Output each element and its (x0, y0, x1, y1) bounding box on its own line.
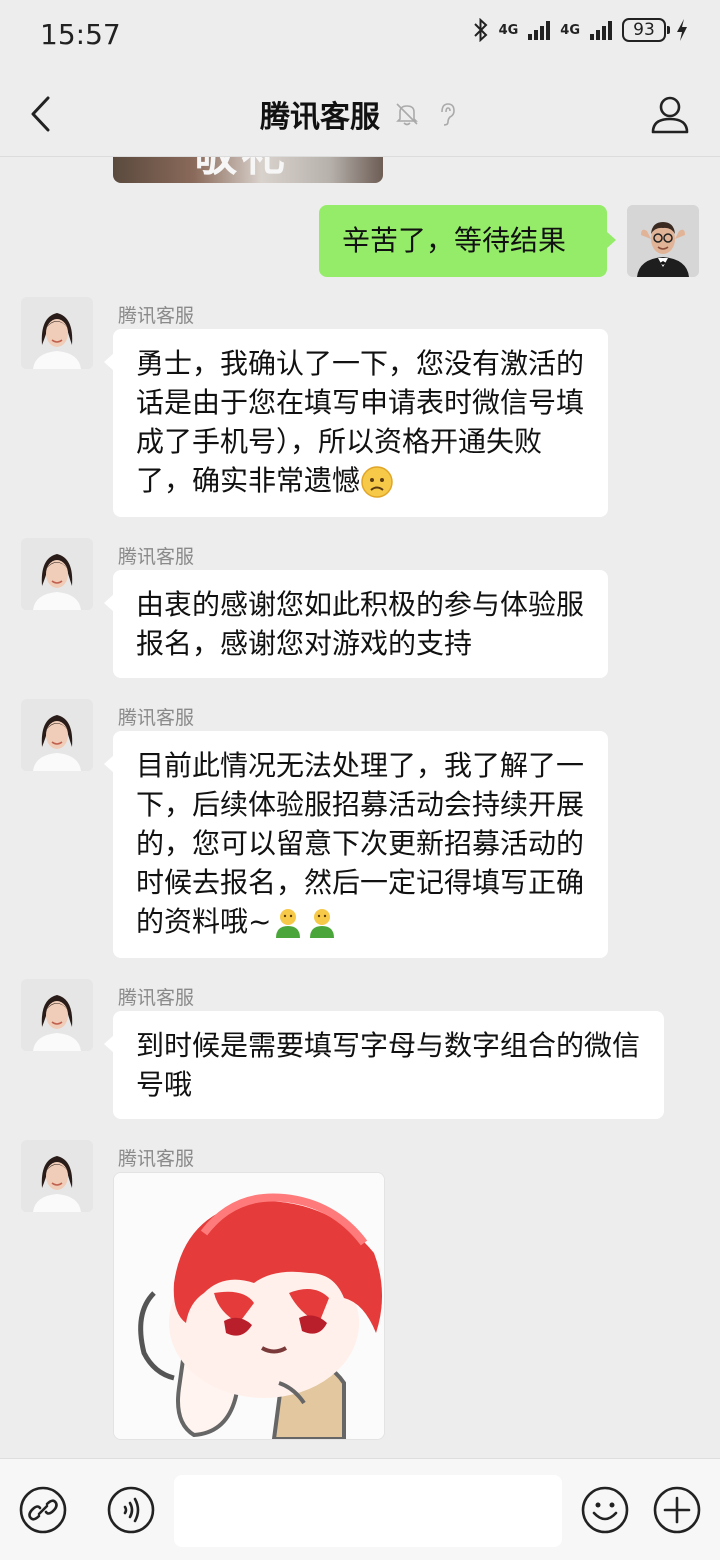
chat-title: 腾讯客服 (260, 100, 380, 135)
status-time: 15:57 (40, 18, 121, 51)
hug-emoji (276, 909, 301, 938)
status-icons: 4G 4G 93 (473, 18, 688, 42)
back-arrow-icon[interactable] (24, 92, 64, 136)
image-caption: 敬礼 (193, 157, 289, 183)
hug-emoji (310, 909, 335, 938)
message-bubble-agent[interactable]: 到时候是需要填写字母与数字组合的微信号哦 (104, 1011, 664, 1119)
previous-image-message[interactable]: 敬礼 (113, 157, 383, 183)
female-portrait (21, 538, 93, 610)
title-group: 腾讯客服 (0, 72, 720, 156)
female-portrait (21, 699, 93, 771)
sender-name: 腾讯客服 (118, 546, 195, 568)
voice-input-icon[interactable] (106, 1485, 156, 1535)
female-portrait (21, 297, 93, 369)
signal-bars-1-icon (528, 20, 551, 40)
message-text: 辛苦了，等待结果 (342, 224, 567, 257)
sender-name: 腾讯客服 (118, 305, 195, 327)
ear-mode-icon (441, 103, 455, 126)
message-text: 由衷的感谢您如此积极的参与体验服报名，感谢您对游戏的支持 (136, 588, 585, 660)
emoji-icon[interactable] (580, 1485, 630, 1535)
message-bubble-agent[interactable]: 目前此情况无法处理了，我了解了一下，后续体验服招募活动会持续开展的，您可以留意下… (104, 731, 608, 958)
sender-name: 腾讯客服 (118, 1148, 195, 1170)
battery-indicator: 93 (622, 18, 670, 42)
sender-name: 腾讯客服 (118, 987, 195, 1009)
sender-name: 腾讯客服 (118, 707, 195, 729)
female-portrait (21, 1140, 93, 1212)
message-bubble-self[interactable]: 辛苦了，等待结果 (319, 205, 616, 277)
frown-emoji (361, 466, 393, 498)
network-label-1: 4G (498, 22, 519, 38)
agent-avatar[interactable] (21, 538, 93, 610)
plus-icon[interactable] (652, 1485, 702, 1535)
agent-avatar[interactable] (21, 297, 93, 369)
signal-bars-2-icon (590, 20, 612, 40)
message-bubble-agent[interactable]: 勇士，我确认了一下，您没有激活的话是由于您在填写申请表时微信号填成了手机号），所… (104, 329, 608, 517)
bluetooth-icon (473, 18, 488, 42)
male-portrait (627, 205, 699, 277)
link-icon[interactable] (18, 1485, 68, 1535)
chat-header: 腾讯客服 (0, 72, 720, 157)
chat-screen: 15:57 4G 4G 93 腾讯客服 辛苦了，等待结果 腾讯客服 勇士，我确认… (0, 0, 720, 1560)
sticker-message[interactable] (113, 1172, 385, 1440)
red-haired-cartoon-sticker (114, 1173, 384, 1439)
message-list[interactable]: 敬礼 辛苦了，等待结果 (0, 157, 720, 1457)
message-text: 目前此情况无法处理了，我了解了一下，后续体验服招募活动会持续开展的，您可以留意下… (136, 749, 585, 938)
agent-avatar[interactable] (21, 979, 93, 1051)
network-label-2: 4G (560, 22, 580, 38)
profile-icon[interactable] (648, 92, 692, 136)
message-text: 到时候是需要填写字母与数字组合的微信号哦 (136, 1029, 641, 1101)
charging-bolt-icon (677, 19, 687, 41)
status-bar: 15:57 4G 4G 93 (0, 0, 720, 72)
female-portrait (21, 979, 93, 1051)
mute-bell-icon (396, 103, 418, 126)
message-bubble-agent[interactable]: 由衷的感谢您如此积极的参与体验服报名，感谢您对游戏的支持 (104, 570, 608, 678)
agent-avatar[interactable] (21, 699, 93, 771)
message-input[interactable] (174, 1475, 562, 1547)
input-bar (0, 1458, 720, 1560)
agent-avatar[interactable] (21, 1140, 93, 1212)
self-avatar[interactable] (627, 205, 699, 277)
